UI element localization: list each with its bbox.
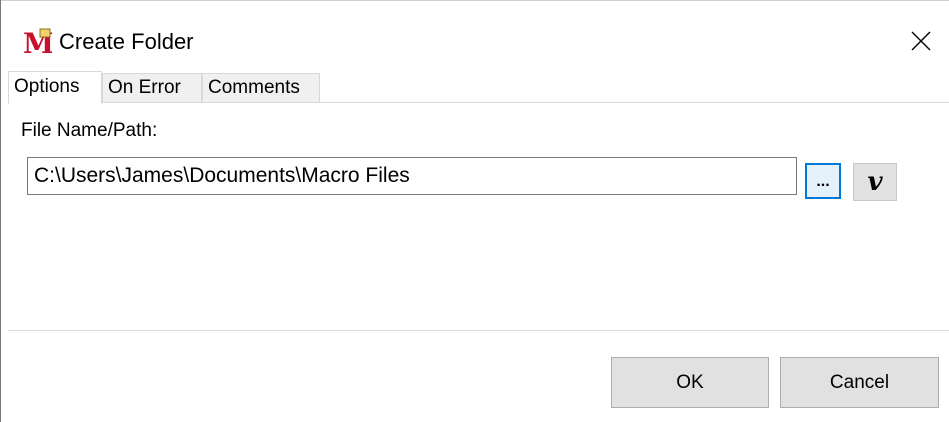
footer-divider	[8, 330, 949, 331]
tab-comments-label: Comments	[208, 77, 300, 98]
macro-m-icon: M	[23, 27, 52, 57]
title-bar: M Create Folder	[1, 1, 949, 65]
tab-on-error-label: On Error	[108, 77, 181, 98]
variable-icon: v	[867, 167, 883, 197]
tab-options-label: Options	[14, 76, 80, 97]
cancel-button[interactable]: Cancel	[780, 357, 939, 408]
close-button[interactable]	[899, 21, 943, 61]
window-title: Create Folder	[59, 29, 194, 54]
browse-button[interactable]: ...	[805, 163, 841, 199]
close-icon	[911, 31, 931, 51]
tab-options[interactable]: Options	[8, 71, 102, 104]
browse-button-label: ...	[816, 173, 830, 190]
tab-divider	[8, 102, 949, 103]
file-path-label: File Name/Path:	[21, 120, 158, 141]
variable-button[interactable]: v	[853, 163, 897, 201]
tab-on-error[interactable]: On Error	[102, 73, 202, 102]
file-path-input[interactable]	[27, 157, 797, 195]
ok-button[interactable]: OK	[611, 357, 769, 408]
tab-comments[interactable]: Comments	[202, 73, 320, 102]
create-folder-dialog: M Create Folder Options On Error Comment…	[0, 0, 949, 422]
